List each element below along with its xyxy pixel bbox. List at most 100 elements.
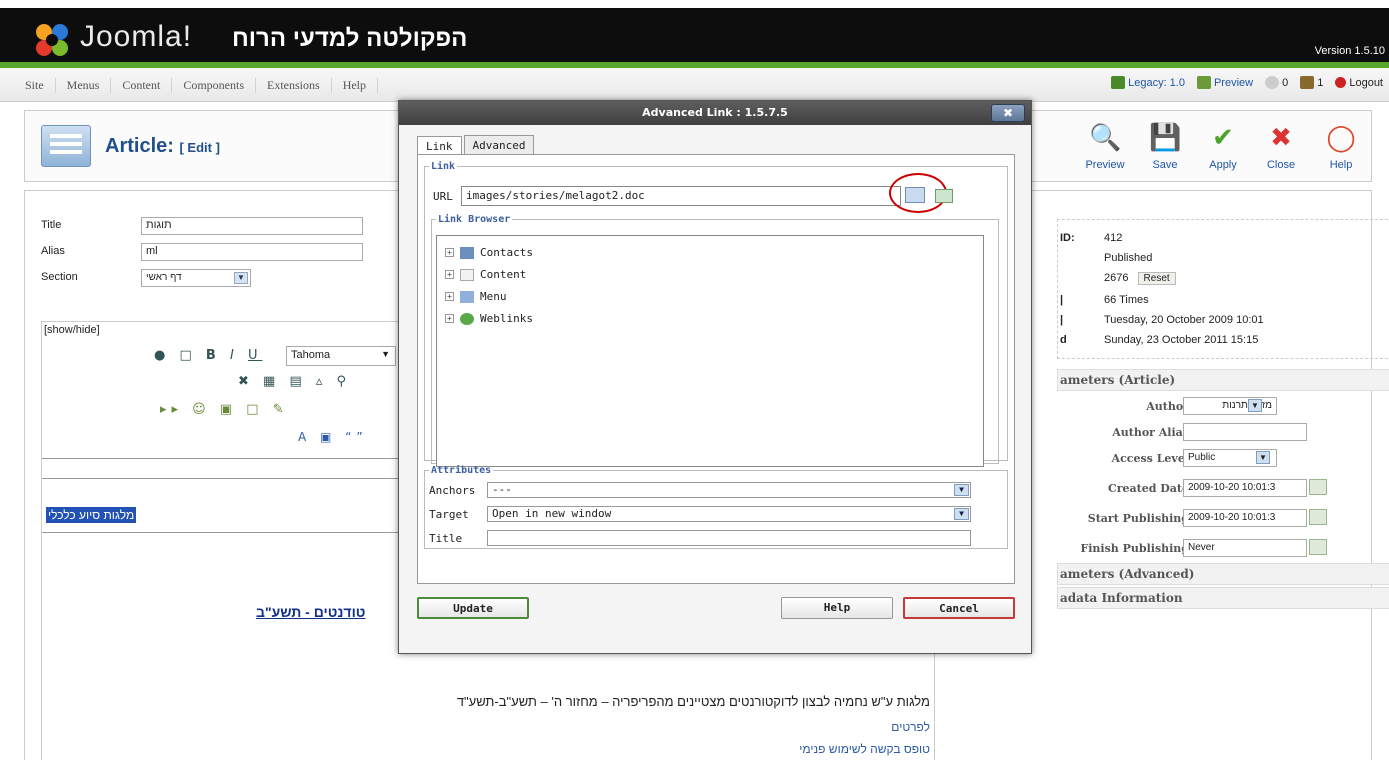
save-button[interactable]: 💾 Save bbox=[1137, 121, 1193, 171]
cancel-button[interactable]: Cancel bbox=[903, 597, 1015, 619]
request-form-link[interactable]: טופס בקשה לשימוש פנימי bbox=[799, 742, 930, 756]
finish-publishing-label: Finish Publishing bbox=[1080, 542, 1189, 555]
popup-icon[interactable] bbox=[935, 189, 953, 203]
selected-text[interactable]: מלגות סיוע כלכלי bbox=[46, 507, 137, 523]
document-icon bbox=[460, 268, 474, 281]
id-label: ID: bbox=[1060, 232, 1075, 244]
tab-advanced[interactable]: Advanced bbox=[463, 135, 535, 155]
info-row-hits: 2676 Reset bbox=[1058, 272, 1389, 292]
title-attr-row: Title bbox=[429, 530, 971, 546]
section-select[interactable]: דף ראשי ▼ bbox=[141, 269, 251, 287]
editor-rule bbox=[42, 532, 412, 533]
expand-icon[interactable]: + bbox=[445, 248, 454, 257]
reset-hits-button[interactable]: Reset bbox=[1137, 272, 1176, 285]
admin-header: Joomla! הפקולטה למדעי הרוח Version 1.5.1… bbox=[0, 0, 1389, 62]
help-button[interactable]: ◯ Help bbox=[1313, 121, 1369, 171]
revised-label-fragment: | bbox=[1060, 294, 1064, 306]
calendar-icon[interactable] bbox=[1309, 479, 1327, 495]
author-select[interactable]: מזרע תרנות ▼ bbox=[1183, 397, 1277, 415]
anchors-select[interactable]: --- ▼ bbox=[487, 482, 971, 498]
page-title-text: Article: bbox=[105, 135, 174, 157]
preview-button[interactable]: 🔍 Preview bbox=[1077, 121, 1133, 171]
dialog-tabs: Link Advanced bbox=[417, 135, 536, 156]
main-menubar: Site Menus Content Components Extensions… bbox=[0, 68, 1389, 102]
menu-content[interactable]: Content bbox=[111, 78, 173, 93]
access-level-value: Public bbox=[1188, 452, 1216, 463]
finish-publishing-input[interactable]: Never bbox=[1183, 539, 1307, 557]
editor-toolbar-row-2[interactable]: ✖ ▦ ▤ ▵ ⚲ bbox=[238, 374, 351, 389]
title-label: Title bbox=[41, 219, 62, 231]
legacy-status[interactable]: Legacy: 1.0 bbox=[1111, 76, 1185, 89]
params-article-header[interactable]: ameters (Article) bbox=[1057, 369, 1389, 391]
close-icon: ✖ bbox=[1270, 122, 1292, 152]
author-alias-label: Author Alias bbox=[1112, 426, 1189, 439]
body-paragraph: מלגות ע"ש נחמיה לבצון לדוקטורנטים מצטיינ… bbox=[456, 694, 930, 709]
dialog-help-button[interactable]: Help bbox=[781, 597, 893, 619]
title-attr-input[interactable] bbox=[487, 530, 971, 546]
logout-label: Logout bbox=[1349, 76, 1383, 89]
calendar-icon[interactable] bbox=[1309, 509, 1327, 525]
menu-site[interactable]: Site bbox=[14, 78, 56, 93]
chevron-down-icon: ▼ bbox=[954, 484, 969, 496]
tree-item-content[interactable]: + Content bbox=[445, 268, 526, 281]
link-browser-legend: Link Browser bbox=[438, 214, 511, 225]
main-menu: Site Menus Content Components Extensions… bbox=[14, 78, 379, 93]
tree-item-label: Content bbox=[480, 268, 527, 281]
expand-icon[interactable]: + bbox=[445, 270, 454, 279]
font-select[interactable]: Tahoma ▼ bbox=[286, 346, 396, 366]
access-level-select[interactable]: Public ▼ bbox=[1183, 449, 1277, 467]
tree-item-label: Weblinks bbox=[480, 312, 533, 325]
preview-link[interactable]: Preview bbox=[1196, 76, 1253, 89]
logout-link[interactable]: Logout bbox=[1335, 77, 1383, 89]
editor-toggle-link[interactable]: [show/hide] bbox=[44, 324, 100, 336]
created-date-input[interactable]: 2009-10-20 10:01:3 bbox=[1183, 479, 1307, 497]
info-row-created: | Tuesday, 20 October 2009 10:01 bbox=[1058, 314, 1389, 334]
messages-icon bbox=[1265, 76, 1280, 89]
tree-item-weblinks[interactable]: + Weblinks bbox=[445, 312, 533, 325]
chevron-down-icon: ▼ bbox=[1248, 399, 1262, 412]
close-button[interactable]: ✖ Close bbox=[1253, 121, 1309, 171]
users-count: 1 bbox=[1317, 76, 1324, 89]
author-alias-row: Author Alias bbox=[1057, 423, 1389, 445]
title-input[interactable]: תוגות bbox=[141, 217, 363, 235]
article-link[interactable]: טודנטים - תשע"ב bbox=[256, 604, 365, 620]
start-publishing-input[interactable]: 2009-10-20 10:01:3 bbox=[1183, 509, 1307, 527]
editor-toolbar-row-4[interactable]: A ▣ “” bbox=[298, 430, 368, 444]
details-link[interactable]: לפרטים bbox=[891, 720, 930, 734]
users-link[interactable]: 1 bbox=[1300, 76, 1323, 89]
update-button[interactable]: Update bbox=[417, 597, 529, 619]
save-button-label: Save bbox=[1152, 159, 1178, 171]
menu-components[interactable]: Components bbox=[172, 78, 257, 93]
access-level-row: Access Level Public ▼ bbox=[1057, 449, 1389, 471]
messages-count: 0 bbox=[1282, 76, 1289, 89]
checkmark-icon: ✔ bbox=[1212, 122, 1234, 152]
tab-link[interactable]: Link bbox=[417, 136, 462, 156]
alias-input[interactable]: ml bbox=[141, 243, 363, 261]
anchors-label: Anchors bbox=[429, 483, 476, 497]
editor-toolbar-row-1[interactable]: ● □ B I U bbox=[154, 348, 262, 363]
lifebuoy-icon: ◯ bbox=[1326, 122, 1356, 152]
params-advanced-header[interactable]: ameters (Advanced) bbox=[1057, 563, 1389, 585]
messages-link[interactable]: 0 bbox=[1265, 76, 1288, 89]
file-browser-icon[interactable] bbox=[905, 187, 925, 203]
hits-count: 2676 bbox=[1104, 272, 1129, 284]
metadata-header[interactable]: adata Information bbox=[1057, 587, 1389, 609]
expand-icon[interactable]: + bbox=[445, 314, 454, 323]
menu-extensions[interactable]: Extensions bbox=[256, 78, 332, 93]
apply-button[interactable]: ✔ Apply bbox=[1195, 121, 1251, 171]
tree-item-menu[interactable]: + Menu bbox=[445, 290, 507, 303]
editor-toolbar-row-3[interactable]: ▸▸ ☺ ▣ □ ✎ bbox=[160, 402, 289, 417]
preview-icon bbox=[1196, 76, 1211, 89]
author-alias-input[interactable] bbox=[1183, 423, 1307, 441]
url-input[interactable]: images/stories/melagot2.doc bbox=[461, 186, 901, 206]
expand-icon[interactable]: + bbox=[445, 292, 454, 301]
menu-menus[interactable]: Menus bbox=[56, 78, 112, 93]
site-title: הפקולטה למדעי הרוח bbox=[232, 25, 468, 52]
target-select[interactable]: Open in new window ▼ bbox=[487, 506, 971, 522]
calendar-icon[interactable] bbox=[1309, 539, 1327, 555]
menu-help[interactable]: Help bbox=[332, 78, 379, 93]
users-icon bbox=[1300, 76, 1315, 89]
chevron-down-icon: ▼ bbox=[234, 272, 248, 284]
tree-item-contacts[interactable]: + Contacts bbox=[445, 246, 533, 259]
dialog-close-button[interactable]: ✖ bbox=[991, 104, 1025, 122]
